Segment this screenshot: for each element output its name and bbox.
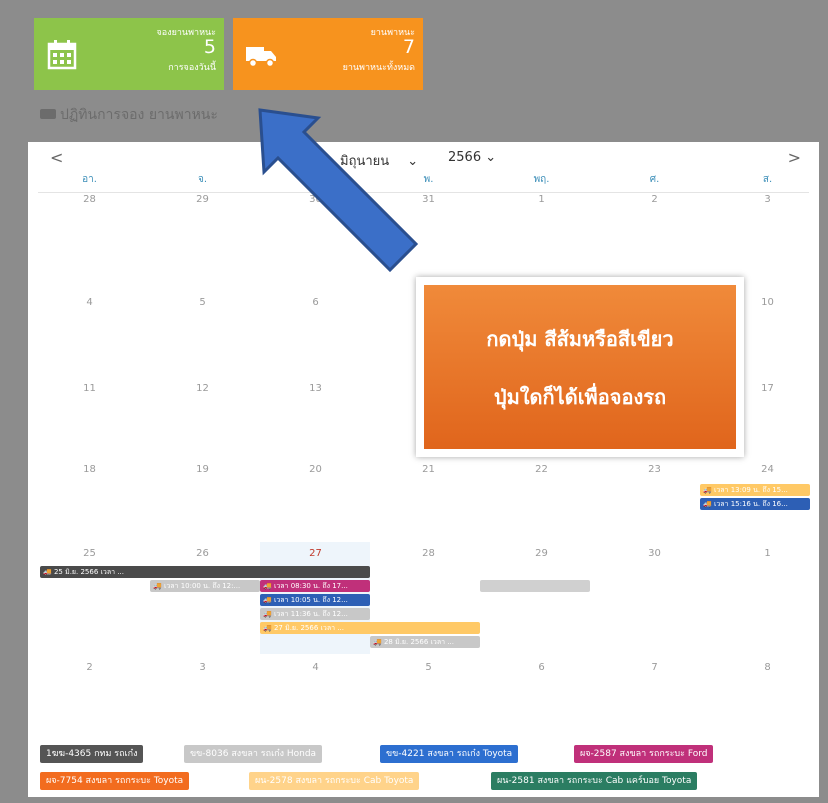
day-cell[interactable]: 26: [146, 548, 259, 559]
year-select[interactable]: 2566 ⌄: [448, 150, 496, 165]
calendar-event[interactable]: 🚚 เวลา 11:36 น. ถึง 12...: [260, 608, 370, 620]
weekday-sun: อา.: [82, 174, 97, 185]
page-title-text: ปฏิทินการจอง ยานพาหนะ: [60, 107, 218, 123]
calendar-event[interactable]: [480, 580, 590, 592]
vehicle-legend-item[interactable]: ผจ-2587 สงขลา รถกระบะ Ford: [574, 745, 714, 763]
day-cell[interactable]: 1: [711, 548, 824, 559]
calendar-event[interactable]: 🚚 เวลา 10:00 น. ถึง 12:...: [150, 580, 260, 592]
vehicle-legend-item[interactable]: ผจ-7754 สงขลา รถกระบะ Toyota: [40, 772, 190, 790]
vehicle-legend-item[interactable]: ผน-2578 สงขลา รถกระบะ Cab Toyota: [249, 772, 420, 790]
vehicle-legend-item[interactable]: ผน-2581 สงขลา รถกระบะ Cab แคร์บอย Toyota: [491, 772, 698, 790]
day-cell[interactable]: 19: [146, 464, 259, 475]
calendar-event[interactable]: 🚚 เวลา 13:09 น. ถึง 15...: [700, 484, 810, 496]
day-cell[interactable]: 3: [146, 662, 259, 673]
booking-card-sub: การจองวันนี้: [168, 63, 216, 73]
day-cell[interactable]: 1: [485, 194, 598, 205]
calendar-event[interactable]: 🚚 เวลา 08:30 น. ถึง 17...: [260, 580, 370, 592]
day-cell[interactable]: 13: [259, 383, 372, 394]
weekday-fri: ศ.: [649, 174, 660, 185]
calendar-event[interactable]: 🚚 28 มิ.ย. 2566 เวลา ...: [370, 636, 480, 648]
year-label: 2566: [448, 150, 482, 165]
truck-icon: [40, 109, 56, 119]
callout-line-1: กดปุ่ม สีส้มหรือสีเขียว: [486, 327, 674, 351]
day-cell[interactable]: 22: [485, 464, 598, 475]
prev-month-button[interactable]: <: [50, 148, 63, 167]
calendar-event[interactable]: 🚚 เวลา 15:16 น. ถึง 16...: [700, 498, 810, 510]
weekday-sat: ส.: [762, 174, 773, 185]
vehicles-card-sub: ยานพาหนะทั้งหมด: [342, 63, 415, 73]
calendar-event[interactable]: 🚚 เวลา 10:05 น. ถึง 12...: [260, 594, 370, 606]
booking-card-count: 5: [203, 36, 216, 58]
vehicle-legend-item[interactable]: ขข-8036 สงขลา รถเก๋ง Honda: [184, 745, 323, 763]
vehicles-card[interactable]: ยานพาหนะ 7 ยานพาหนะทั้งหมด: [233, 18, 423, 90]
calendar-event[interactable]: 🚚 27 มิ.ย. 2566 เวลา ...: [260, 622, 480, 634]
day-cell[interactable]: 5: [372, 662, 485, 673]
day-cell[interactable]: 20: [259, 464, 372, 475]
day-cell[interactable]: 28: [372, 548, 485, 559]
vehicles-card-count: 7: [402, 36, 415, 58]
day-cell[interactable]: 25: [33, 548, 146, 559]
callout-line-2: ปุ่มใดก็ได้เพื่อจองรถ: [493, 385, 667, 409]
day-cell[interactable]: 4: [259, 662, 372, 673]
instruction-callout: กดปุ่ม สีส้มหรือสีเขียว ปุ่มใดก็ได้เพื่อ…: [416, 277, 744, 457]
day-cell[interactable]: 7: [598, 662, 711, 673]
day-cell[interactable]: 21: [372, 464, 485, 475]
pointer-arrow: [258, 108, 419, 273]
page-title: ปฏิทินการจอง ยานพาหนะ: [40, 104, 218, 126]
calendar-event[interactable]: 🚚 25 มิ.ย. 2566 เวลา ...: [40, 566, 370, 578]
day-cell[interactable]: 6: [259, 297, 372, 308]
chevron-down-icon: ⌄: [485, 150, 497, 165]
divider: [38, 192, 809, 193]
day-cell[interactable]: 30: [598, 548, 711, 559]
today-cell[interactable]: 27: [259, 548, 372, 559]
day-cell[interactable]: 12: [146, 383, 259, 394]
day-cell[interactable]: 23: [598, 464, 711, 475]
day-cell[interactable]: 29: [485, 548, 598, 559]
day-cell[interactable]: 5: [146, 297, 259, 308]
weekday-thu: พฤ.: [533, 174, 550, 185]
booking-card[interactable]: จองยานพาหนะ 5 การจองวันนี้: [34, 18, 224, 90]
day-cell[interactable]: 6: [485, 662, 598, 673]
day-cell[interactable]: 24: [711, 464, 824, 475]
day-cell[interactable]: 18: [33, 464, 146, 475]
vehicle-legend-item[interactable]: 1ฆฆ-4365 กทม รถเก๋ง: [40, 745, 144, 763]
day-cell[interactable]: 2: [33, 662, 146, 673]
vehicle-legend-item[interactable]: ขข-4221 สงขลา รถเก๋ง Toyota: [380, 745, 519, 763]
calendar-icon: [47, 40, 77, 70]
next-month-button[interactable]: >: [788, 148, 801, 167]
day-cell[interactable]: 2: [598, 194, 711, 205]
booking-calendar: < > มิถุนายน ⌄ 2566 ⌄ อา. จ. อ. พ. พฤ. ศ…: [28, 142, 819, 797]
truck-icon: [246, 47, 276, 68]
day-cell[interactable]: 28: [33, 194, 146, 205]
day-cell[interactable]: 11: [33, 383, 146, 394]
day-cell[interactable]: 8: [711, 662, 824, 673]
day-cell[interactable]: 4: [33, 297, 146, 308]
day-cell[interactable]: 3: [711, 194, 824, 205]
